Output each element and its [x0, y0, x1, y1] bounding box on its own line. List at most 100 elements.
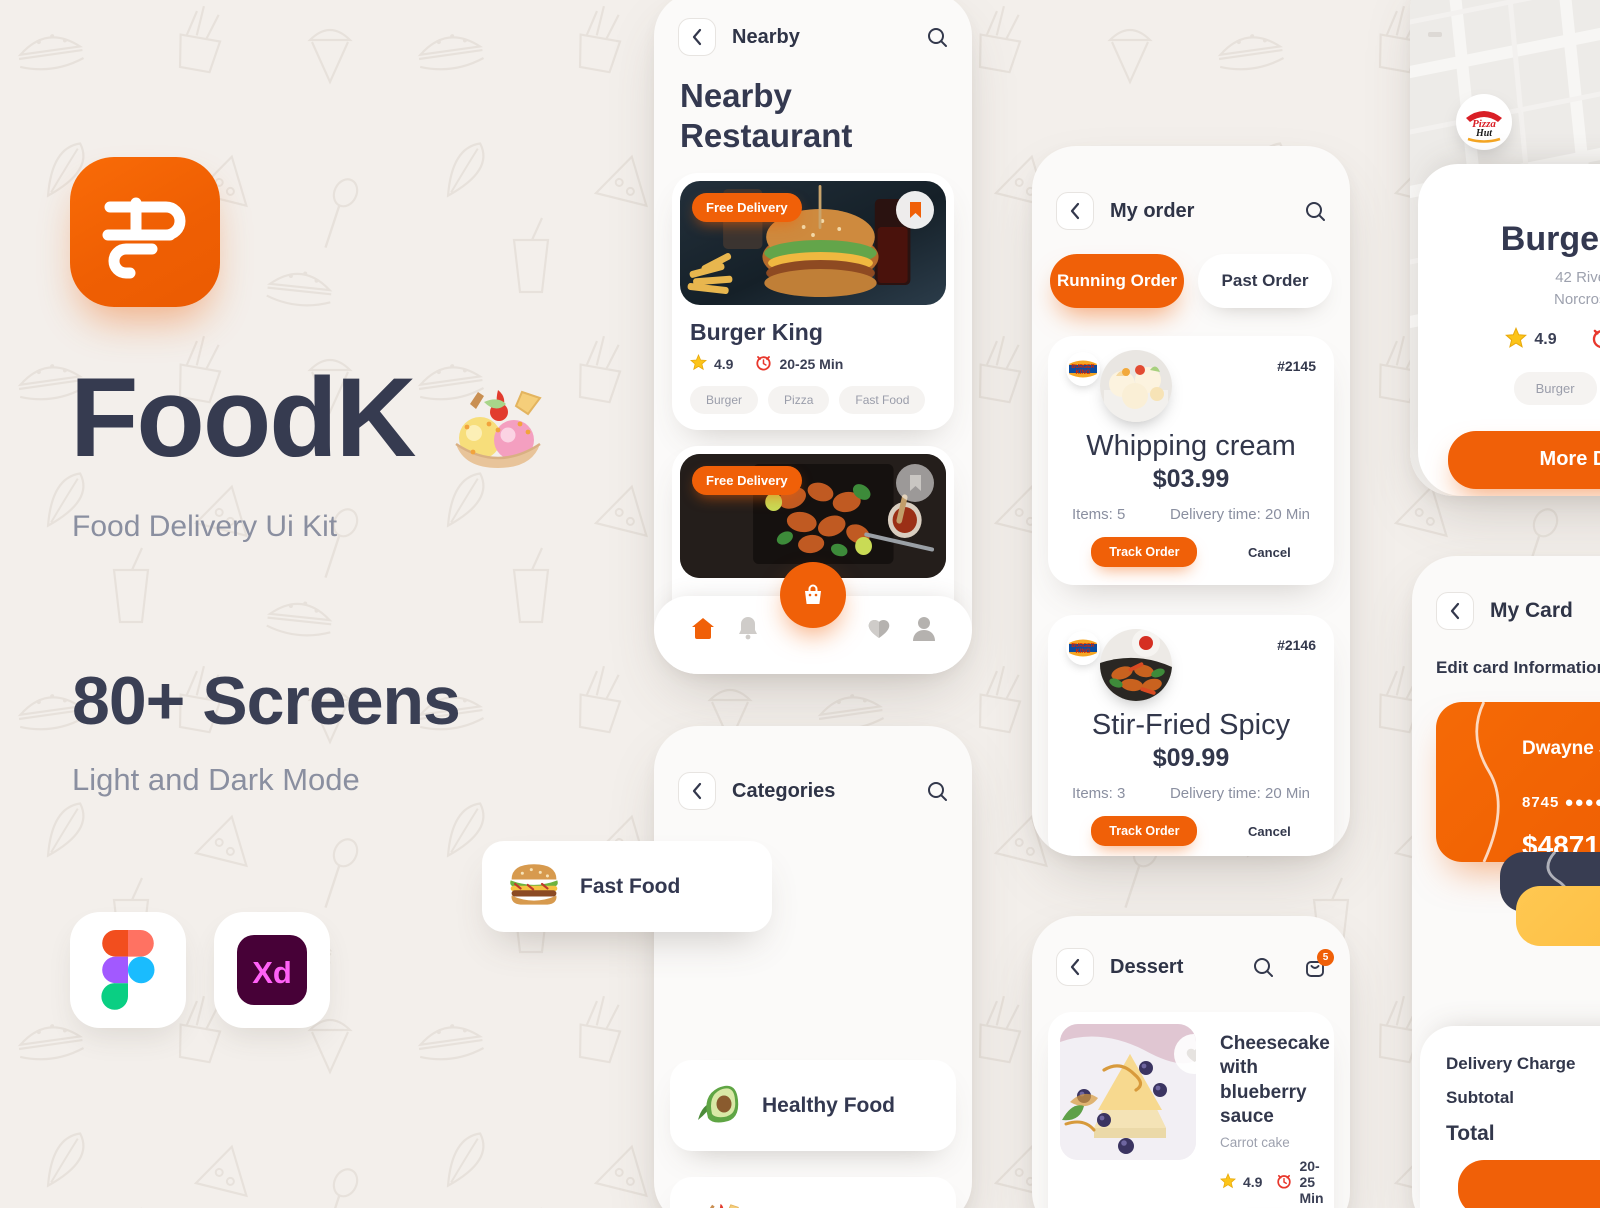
back-button[interactable]: [678, 772, 716, 810]
track-order-button[interactable]: Track Order: [1091, 537, 1198, 567]
phone-my-card: My Card Edit card Information Dwayne Joh…: [1412, 556, 1600, 1208]
page-title: FoodK: [70, 355, 417, 480]
grilled-chicken-platter-photo: Free Delivery: [680, 454, 946, 579]
alarm-clock-icon: [1591, 327, 1600, 354]
category-label: Fast Food: [580, 874, 681, 898]
card-holder-name: Dwayne Johnson: [1522, 738, 1600, 759]
stir-fried-spicy-photo: [1100, 629, 1172, 701]
svg-text:Xd: Xd: [252, 955, 292, 990]
order-card: BURGER KING: [1048, 336, 1334, 585]
search-icon[interactable]: [927, 781, 948, 802]
order-delivery-time: Delivery time: 20 Min: [1169, 785, 1310, 802]
screens-headline: 80+ Screens: [72, 663, 461, 739]
nav-item-home[interactable]: [690, 615, 716, 646]
detail-address-line1: 42 Riverside,: [1555, 269, 1600, 286]
order-summary-sheet: Delivery Charge Subtotal Total: [1420, 1026, 1600, 1208]
card-topbar: My Card: [1412, 592, 1600, 630]
dish-title: Cheesecake with blueberry sauce: [1220, 1033, 1330, 1127]
search-icon[interactable]: [1253, 957, 1274, 978]
ice-cream-sundae-icon: [696, 1197, 746, 1208]
pay-now-button[interactable]: [1458, 1160, 1600, 1208]
search-icon[interactable]: [927, 27, 948, 48]
delivery-time-value: 20-25 Min: [1299, 1158, 1324, 1207]
svg-text:KING: KING: [1076, 649, 1091, 655]
pizza-hut-logo-icon[interactable]: Pizza Hut: [1456, 94, 1512, 150]
restaurant-name: Burger King: [690, 319, 823, 346]
order-actions: Track Order Cancel: [1066, 816, 1316, 846]
burger-king-logo-icon: BURGER KING: [1066, 631, 1100, 665]
order-card-head: BURGER KING: [1066, 629, 1316, 701]
delivery-time: 20-25 Min: [1591, 327, 1600, 354]
category-row-fast-food[interactable]: Fast Food: [482, 841, 772, 932]
phone-dessert: Dessert 5 Cheesecake with blueberry sauc…: [1032, 916, 1350, 1208]
phone-categories: Categories Fast Food Healthy Food: [654, 726, 972, 1208]
edit-card-information-row[interactable]: Edit card Information: [1412, 656, 1600, 680]
delivery-time: 20-25 Min: [755, 354, 843, 374]
bookmark-button[interactable]: [896, 191, 934, 230]
nav-item-profile[interactable]: [912, 615, 936, 646]
tag: Pizza: [768, 386, 830, 415]
cart-count-badge: 5: [1317, 949, 1334, 966]
screens-subtitle: Light and Dark Mode: [72, 762, 360, 797]
back-button[interactable]: [1436, 592, 1474, 630]
card-number: 8745 ●●●●●●● 1452: [1522, 794, 1600, 811]
phone-nearby-restaurant: Nearby Nearby Restaurant Free Delivery B…: [654, 0, 972, 674]
nearby-headline-line2: Restaurant: [680, 116, 853, 154]
detail-tags: Burger Pizza: [1418, 371, 1600, 405]
summary-total: Total: [1446, 1122, 1495, 1145]
delivery-time-value: 20-25 Min: [779, 356, 844, 373]
credit-card-visual[interactable]: Dwayne Johnson 8745 ●●●●●●● 1452 $4871.8…: [1436, 702, 1600, 862]
tab-running-order[interactable]: Running Order: [1050, 254, 1184, 308]
whipping-cream-photo: [1100, 350, 1172, 422]
svg-text:KING: KING: [1076, 370, 1091, 376]
back-button[interactable]: [678, 18, 716, 56]
search-icon[interactable]: [1305, 201, 1326, 222]
detail-address-line2: Norcross, GA: [1553, 290, 1600, 308]
tag: Fast Food: [839, 386, 926, 415]
dessert-title: Dessert: [1110, 955, 1184, 978]
detail-address: 42 Riverside, Norcross, GA: [1418, 267, 1600, 311]
shopping-bag-icon[interactable]: [780, 562, 846, 628]
cancel-order-button[interactable]: Cancel: [1248, 824, 1291, 839]
order-card: BURGER KING: [1048, 615, 1334, 856]
order-topbar: My order: [1032, 192, 1350, 230]
nearby-topbar: Nearby: [654, 18, 972, 56]
order-price: $09.99: [1152, 744, 1230, 772]
phone-my-order: My order Running Order Past Order BURGER: [1032, 146, 1350, 856]
restaurant-card[interactable]: Free Delivery Burger King 4.9 20-25 Min …: [672, 173, 954, 431]
tab-past-order[interactable]: Past Order: [1198, 254, 1332, 308]
summary-subtotal: Subtotal: [1446, 1088, 1514, 1107]
category-label: Healthy Food: [762, 1093, 896, 1117]
ice-cream-sundae-icon: [440, 382, 558, 474]
free-delivery-badge: Free Delivery: [692, 193, 802, 223]
category-row-healthy-food[interactable]: Healthy Food: [670, 1060, 956, 1151]
card-stack-yellow: [1516, 886, 1600, 946]
order-meta: Items: 5 Delivery time: 20 Min: [1066, 506, 1316, 523]
burger-king-logo-icon: BURGER KING: [1066, 352, 1100, 386]
nav-item-favorites[interactable]: [866, 616, 892, 645]
order-id: #2146: [1277, 637, 1316, 653]
tool-badges: Xd: [70, 912, 330, 1028]
tag: Burger: [690, 386, 759, 415]
order-name: Whipping cream: [1086, 430, 1296, 462]
back-button[interactable]: [1056, 192, 1094, 230]
nav-item-notifications[interactable]: [736, 615, 760, 646]
card-title: My Card: [1490, 599, 1573, 622]
avocado-icon: [696, 1080, 742, 1131]
poster-canvas: FoodK Food Delivery Ui Kit 80+ Screens L…: [0, 0, 1600, 1208]
summary-delivery-charge: Delivery Charge: [1446, 1054, 1576, 1073]
cart-button[interactable]: 5: [1304, 949, 1334, 978]
more-details-button[interactable]: More Details: [1448, 430, 1600, 489]
cancel-order-button[interactable]: Cancel: [1248, 545, 1291, 560]
tag: Burger: [1513, 371, 1597, 405]
dish-card[interactable]: Cheesecake with blueberry sauce Carrot c…: [1048, 1012, 1334, 1208]
order-id: #2145: [1277, 358, 1316, 374]
star-icon: [690, 354, 707, 374]
categories-topbar: Categories: [654, 772, 972, 810]
category-row-dessert-item[interactable]: Dessert Item: [670, 1177, 956, 1208]
bookmark-button[interactable]: [896, 464, 934, 503]
back-button[interactable]: [1056, 948, 1094, 986]
order-actions: Track Order Cancel: [1066, 537, 1316, 567]
track-order-button[interactable]: Track Order: [1091, 816, 1198, 846]
star-icon: [1505, 326, 1528, 354]
